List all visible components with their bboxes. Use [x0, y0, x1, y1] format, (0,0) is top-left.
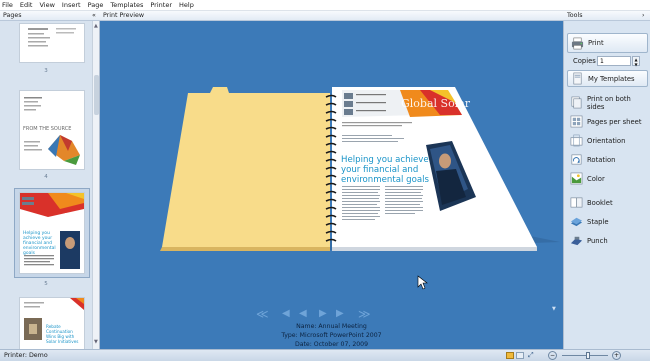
tools-panel: Print Copies ▲▼ My Templates Print on bo…	[563, 21, 650, 349]
page-number-3: 3	[44, 68, 48, 74]
previous-page-button[interactable]: ◀	[282, 308, 290, 319]
document-headline: Helping you achieve your financial and e…	[341, 155, 429, 185]
pages-per-sheet-button[interactable]: Pages per sheet	[567, 113, 648, 130]
staple-label: Staple	[587, 217, 609, 226]
step-forward-button[interactable]: ▶	[319, 308, 327, 319]
menu-printer[interactable]: Printer	[150, 1, 172, 9]
document-banner-title: Global Solar	[401, 97, 471, 110]
color-icon	[570, 172, 583, 185]
print-both-sides-button[interactable]: Print on both sides	[567, 94, 648, 111]
printer-icon	[571, 37, 584, 49]
page-number-4: 4	[44, 174, 48, 180]
collapse-tools-button[interactable]: ›	[642, 12, 645, 19]
two-page-view-icon[interactable]	[516, 352, 524, 359]
page-5-banner: news	[64, 211, 83, 219]
staple-button[interactable]: Staple	[567, 213, 648, 230]
print-both-sides-label: Print on both sides	[587, 94, 631, 111]
single-page-view-icon[interactable]	[506, 352, 514, 359]
copies-label: Copies	[573, 57, 596, 65]
page-number-5: 5	[44, 281, 48, 287]
document-banner-news: news	[422, 112, 464, 131]
tools-panel-title: Tools	[567, 12, 583, 19]
copies-input[interactable]	[597, 56, 631, 66]
status-bar: Printer: Demo ⤢ − +	[0, 349, 650, 361]
scroll-down-icon[interactable]: ▼	[94, 339, 98, 345]
page-thumbnail-6[interactable]: Rebate Continuation Wins Big with Solar …	[19, 297, 85, 349]
rotation-button[interactable]: Rotation	[567, 151, 648, 168]
pages-panel: 3 FROM THE SOURCE 4 news Helping you ach…	[0, 21, 100, 349]
menu-bar: File Edit View Insert Page Templates Pri…	[0, 0, 650, 11]
pages-per-sheet-label: Pages per sheet	[587, 117, 642, 126]
rotation-icon	[571, 154, 582, 165]
menu-help[interactable]: Help	[179, 1, 194, 9]
mouse-cursor	[417, 275, 428, 290]
zoom-out-icon[interactable]: −	[548, 351, 557, 360]
page-thumbnail-4[interactable]: FROM THE SOURCE	[19, 90, 85, 170]
page-thumbnail-5[interactable]: news Helping you achieve your financial …	[19, 192, 85, 274]
zoom-in-icon[interactable]: +	[612, 351, 621, 360]
orientation-icon	[570, 134, 583, 147]
staple-icon	[570, 217, 583, 227]
menu-page[interactable]: Page	[88, 1, 104, 9]
my-templates-button[interactable]: My Templates	[567, 70, 648, 87]
menu-edit[interactable]: Edit	[20, 1, 33, 9]
copies-stepper[interactable]: ▲ ▼	[632, 56, 640, 67]
menu-file[interactable]: File	[2, 1, 13, 9]
document-type: Type: Microsoft PowerPoint 2007	[281, 332, 382, 339]
booklet-preview	[160, 87, 560, 290]
document-name: Name: Annual Meeting	[296, 323, 367, 330]
print-preview-area: Global Solar news Helping you achieve yo…	[100, 21, 563, 349]
zoom-slider-thumb[interactable]	[586, 352, 590, 359]
menu-insert[interactable]: Insert	[62, 1, 81, 9]
scroll-up-icon[interactable]: ▲	[94, 23, 98, 29]
booklet-label: Booklet	[587, 198, 613, 207]
page-6-headline: Rebate Continuation Wins Big with Solar …	[46, 324, 79, 344]
page-thumbnail-3[interactable]	[19, 23, 85, 63]
document-date: Date: October 07, 2009	[294, 341, 369, 348]
fit-page-icon[interactable]: ⤢	[528, 351, 534, 360]
page-4-caption: FROM THE SOURCE	[23, 126, 72, 132]
panel-headers: Pages « Print Preview Tools ›	[0, 11, 650, 21]
booklet-button[interactable]: Booklet	[567, 194, 648, 211]
print-preview-title: Print Preview	[103, 12, 144, 19]
collapse-pages-button[interactable]: «	[92, 12, 96, 19]
zoom-slider[interactable]	[562, 355, 608, 356]
page-5-headline: Helping you achieve your financial and e…	[23, 231, 56, 256]
pages-scrollbar[interactable]: ▲ ▼	[92, 21, 99, 349]
punch-button[interactable]: Punch	[567, 232, 648, 249]
punch-icon	[570, 236, 583, 246]
punch-label: Punch	[587, 236, 608, 245]
menu-templates[interactable]: Templates	[110, 1, 143, 9]
orientation-label: Orientation	[587, 136, 626, 145]
template-icon	[573, 72, 582, 85]
duplex-icon	[571, 96, 582, 109]
folder-cover	[162, 87, 330, 247]
print-button[interactable]: Print	[567, 33, 648, 53]
step-back-button[interactable]: ◀	[299, 308, 307, 319]
menu-view[interactable]: View	[39, 1, 54, 9]
color-button[interactable]: Color	[567, 170, 648, 187]
pages-scroll-thumb[interactable]	[94, 75, 99, 115]
printer-status: Printer: Demo	[4, 352, 48, 359]
next-page-button[interactable]: ▶	[336, 308, 344, 319]
booklet-icon	[570, 197, 583, 208]
last-page-button[interactable]: ≫	[358, 307, 371, 321]
preview-scroll-down-icon[interactable]: ▼	[552, 306, 556, 312]
page-3-preview	[28, 28, 76, 47]
first-page-button[interactable]: ≪	[256, 307, 269, 321]
rotation-label: Rotation	[587, 155, 616, 164]
pages-panel-title: Pages	[3, 12, 22, 19]
color-label: Color	[587, 174, 605, 183]
my-templates-label: My Templates	[588, 74, 635, 83]
orientation-button[interactable]: Orientation	[567, 132, 648, 149]
pages-per-sheet-icon	[570, 115, 583, 128]
print-label: Print	[588, 39, 604, 47]
